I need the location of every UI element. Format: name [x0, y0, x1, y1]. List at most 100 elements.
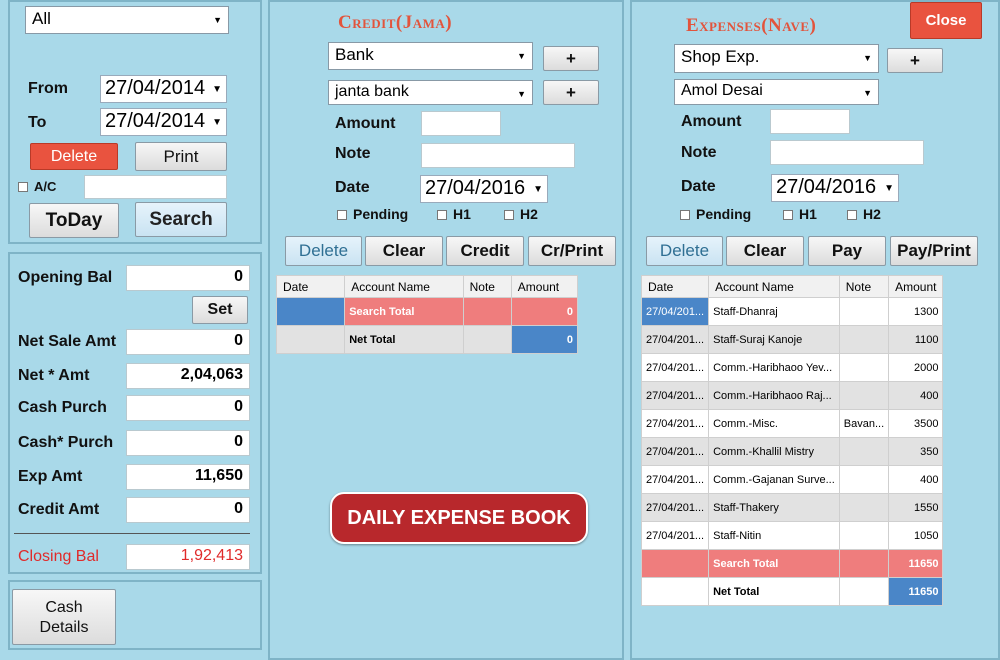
- today-button[interactable]: ToDay: [29, 203, 119, 238]
- cash-details-button[interactable]: Cash Details: [12, 589, 116, 645]
- row-note: [838, 381, 890, 410]
- search-button[interactable]: Search: [135, 202, 227, 237]
- expense-h1-checkbox[interactable]: H1: [783, 206, 817, 222]
- table-row[interactable]: 27/04/201... Comm.-Khallil Mistry 350: [640, 437, 944, 466]
- expense-date-picker[interactable]: 27/04/2016 ▼: [771, 174, 899, 202]
- col-account-name[interactable]: Account Name: [708, 275, 840, 298]
- delete-button[interactable]: Delete: [30, 143, 118, 170]
- pay-print-button[interactable]: Pay/Print: [890, 236, 978, 266]
- ac-input[interactable]: [84, 175, 227, 199]
- net-sale-value: 0: [126, 329, 250, 355]
- expense-note-input[interactable]: [770, 140, 924, 165]
- checkbox-box: [18, 182, 28, 192]
- close-button[interactable]: Close: [910, 2, 982, 39]
- col-account-name[interactable]: Account Name: [344, 275, 464, 298]
- col-note[interactable]: Note: [838, 275, 890, 298]
- to-date-picker[interactable]: 27/04/2014 ▼: [100, 108, 227, 136]
- credit-type-value: Bank: [335, 45, 374, 64]
- row-amount: 1550: [888, 493, 944, 522]
- chevron-down-icon: ▼: [517, 51, 526, 61]
- table-cell: [640, 577, 710, 606]
- table-row[interactable]: 27/04/201... Comm.-Haribhaoo Raj... 400: [640, 381, 944, 410]
- credit-print-button[interactable]: Cr/Print: [528, 236, 616, 266]
- credit-h1-checkbox[interactable]: H1: [437, 206, 471, 222]
- expense-pending-checkbox[interactable]: Pending: [680, 206, 751, 222]
- credit-pending-checkbox[interactable]: Pending: [337, 206, 408, 222]
- expense-search-total-row[interactable]: Search Total 11650: [640, 549, 944, 578]
- col-amount[interactable]: Amount: [510, 275, 579, 298]
- chevron-down-icon: ▼: [884, 183, 894, 194]
- h1-label: H1: [799, 206, 817, 222]
- expense-net-total-row[interactable]: Net Total 11650: [640, 577, 944, 606]
- row-note: [838, 493, 890, 522]
- print-button[interactable]: Print: [135, 142, 227, 171]
- expenses-table: Date Account Name Note Amount 27/04/201.…: [640, 275, 944, 606]
- row-account-name: Staff-Nitin: [708, 521, 840, 550]
- filter-select[interactable]: All ▼: [25, 6, 229, 34]
- credit-submit-button[interactable]: Credit: [446, 236, 524, 266]
- table-cell: [838, 549, 890, 578]
- row-amount: 1100: [888, 325, 944, 354]
- col-note[interactable]: Note: [462, 275, 512, 298]
- checkbox-box: [437, 210, 447, 220]
- table-cell: [462, 297, 512, 326]
- net-total-value: 0: [510, 325, 579, 354]
- pay-button[interactable]: Pay: [808, 236, 886, 266]
- table-row[interactable]: 27/04/201... Comm.-Haribhaoo Yev... 2000: [640, 353, 944, 382]
- search-total-label: Search Total: [344, 297, 464, 326]
- table-row[interactable]: 27/04/201... Staff-Nitin 1050: [640, 521, 944, 550]
- add-credit-account-button[interactable]: +: [543, 80, 599, 105]
- credit-amount-input[interactable]: [421, 111, 501, 136]
- expense-h2-checkbox[interactable]: H2: [847, 206, 881, 222]
- ac-checkbox[interactable]: A/C: [18, 179, 56, 194]
- add-credit-type-button[interactable]: +: [543, 46, 599, 71]
- table-row[interactable]: 27/04/201... Comm.-Gajanan Surve... 400: [640, 465, 944, 494]
- row-note: [838, 325, 890, 354]
- credit-account-value: janta bank: [335, 83, 409, 100]
- expense-person-select[interactable]: Amol Desai ▼: [674, 79, 879, 105]
- credit-table: Date Account Name Note Amount Search Tot…: [275, 275, 579, 354]
- exp-amt-value: 11,650: [126, 464, 250, 490]
- table-row[interactable]: 27/04/201... Comm.-Misc. Bavan... 3500: [640, 409, 944, 438]
- from-date-picker[interactable]: 27/04/2014 ▼: [100, 75, 227, 103]
- row-date: 27/04/201...: [640, 297, 710, 326]
- row-account-name: Comm.-Haribhaoo Yev...: [708, 353, 840, 382]
- expense-type-value: Shop Exp.: [681, 47, 760, 66]
- credit-note-input[interactable]: [421, 143, 575, 168]
- col-amount[interactable]: Amount: [888, 275, 944, 298]
- table-cell: [462, 325, 512, 354]
- credit-h2-checkbox[interactable]: H2: [504, 206, 538, 222]
- set-button[interactable]: Set: [192, 296, 248, 324]
- table-row[interactable]: 27/04/201... Staff-Thakery 1550: [640, 493, 944, 522]
- h1-label: H1: [453, 206, 471, 222]
- credit-date-label: Date: [335, 179, 370, 196]
- row-date: 27/04/201...: [640, 353, 710, 382]
- credit-net-total-row[interactable]: Net Total 0: [275, 325, 579, 354]
- row-amount: 1300: [888, 297, 944, 326]
- table-row[interactable]: 27/04/201... Staff-Suraj Kanoje 1100: [640, 325, 944, 354]
- net-star-label: Net * Amt: [18, 367, 90, 384]
- col-date[interactable]: Date: [640, 275, 710, 298]
- credit-clear-button[interactable]: Clear: [365, 236, 443, 266]
- expense-delete-button[interactable]: Delete: [646, 236, 723, 266]
- credit-delete-button[interactable]: Delete: [285, 236, 362, 266]
- credit-type-select[interactable]: Bank ▼: [328, 42, 533, 70]
- credit-account-select[interactable]: janta bank ▼: [328, 80, 533, 105]
- expense-note-label: Note: [681, 144, 717, 161]
- add-expense-type-button[interactable]: +: [887, 48, 943, 73]
- col-date[interactable]: Date: [275, 275, 346, 298]
- checkbox-box: [847, 210, 857, 220]
- row-amount: 400: [888, 465, 944, 494]
- credit-amount-label: Amount: [335, 115, 396, 132]
- credit-search-total-row[interactable]: Search Total 0: [275, 297, 579, 326]
- ac-label: A/C: [34, 179, 57, 194]
- expense-amount-input[interactable]: [770, 109, 850, 134]
- net-total-value: 11650: [888, 577, 944, 606]
- to-date-value: 27/04/2014: [105, 110, 206, 132]
- table-row[interactable]: 27/04/201... Staff-Dhanraj 1300: [640, 297, 944, 326]
- expense-type-select[interactable]: Shop Exp. ▼: [674, 44, 879, 73]
- chevron-down-icon: ▼: [212, 84, 222, 95]
- credit-date-picker[interactable]: 27/04/2016 ▼: [420, 175, 548, 203]
- expense-clear-button[interactable]: Clear: [726, 236, 804, 266]
- filter-select-value: All: [32, 9, 51, 28]
